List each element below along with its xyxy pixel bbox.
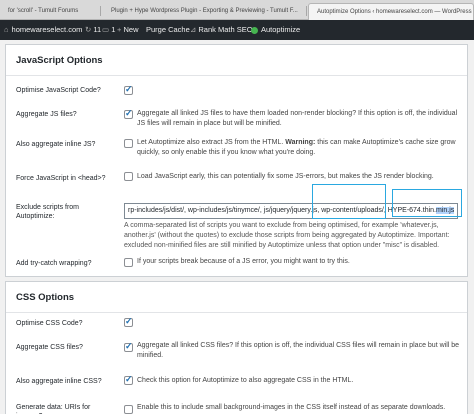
browser-tab-bar: for 'scroll' - Tumult Forums Plugin + Hy…	[0, 0, 474, 20]
try-catch-checkbox[interactable]	[124, 258, 133, 267]
optimise-css-label: Optimise CSS Code?	[16, 320, 83, 327]
admin-bar-autoptimize[interactable]: Autoptimize	[251, 20, 300, 40]
js-section-title: JavaScript Options	[16, 55, 103, 66]
warning-label: Warning:	[285, 139, 316, 146]
divider	[6, 312, 467, 313]
inline-css-checkbox[interactable]: ✓	[124, 374, 133, 385]
highlight-box	[392, 189, 462, 217]
exclude-scripts-label: Exclude scripts from Autoptimize:	[16, 204, 80, 220]
optimise-js-label: Optimise JavaScript Code?	[16, 87, 101, 94]
admin-bar-site-name[interactable]: ⌂ homewareselect.com	[4, 20, 82, 40]
inline-js-label: Also aggregate inline JS?	[16, 141, 96, 148]
rank-math-icon: ⊿	[190, 25, 197, 34]
browser-tab[interactable]: for 'scroll' - Tumult Forums	[0, 3, 98, 20]
css-options-panel: CSS Options Optimise CSS Code? ✓ Aggrega…	[5, 281, 468, 414]
tab-separator	[306, 6, 307, 16]
js-options-panel: JavaScript Options Optimise JavaScript C…	[5, 44, 468, 277]
inline-js-checkbox[interactable]	[124, 139, 133, 148]
updates-icon: ↻	[85, 25, 92, 34]
css-section-title: CSS Options	[16, 292, 75, 303]
data-uris-label: Generate data: URIs for images?	[16, 404, 91, 414]
plus-icon: +	[117, 25, 122, 34]
inline-css-label: Also aggregate inline CSS?	[16, 378, 102, 385]
browser-tab[interactable]: Plugin + Hype Wordpress Plugin - Exporti…	[103, 3, 303, 20]
admin-bar-rank-math[interactable]: ⊿ Rank Math SEO	[190, 20, 253, 40]
settings-content: JavaScript Options Optimise JavaScript C…	[0, 40, 474, 414]
try-catch-description: If your scripts break because of a JS er…	[137, 258, 350, 265]
aggregate-css-checkbox[interactable]: ✓	[124, 341, 133, 352]
admin-bar-new[interactable]: + New	[117, 20, 139, 40]
status-dot-icon	[251, 26, 258, 34]
admin-bar-comments[interactable]: ▭ 1	[102, 20, 115, 40]
divider	[6, 75, 467, 76]
admin-bar-purge-cache[interactable]: Purge Cache	[146, 20, 190, 40]
checkmark-icon: ✓	[125, 341, 133, 351]
inline-js-description: Let Autoptimize also extract JS from the…	[137, 139, 456, 156]
exclude-scripts-help: A comma-separated list of scripts you wa…	[124, 222, 450, 249]
wp-admin-bar: ⌂ homewareselect.com ↻ 11 ▭ 1 + New Purge…	[0, 20, 474, 40]
force-js-head-description: Load JavaScript early, this can potentia…	[137, 173, 434, 180]
data-uris-description: Enable this to include small background-…	[137, 404, 446, 411]
data-uris-checkbox[interactable]	[124, 405, 133, 414]
aggregate-css-description: Aggregate all linked CSS files? If this …	[137, 342, 460, 359]
inline-css-description: Check this option for Autoptimize to als…	[137, 377, 354, 384]
highlight-box	[312, 184, 386, 219]
comment-icon: ▭	[102, 25, 110, 34]
try-catch-label: Add try-catch wrapping?	[16, 260, 92, 267]
force-js-head-label: Force JavaScript in <head>?	[16, 175, 106, 182]
aggregate-js-label: Aggregate JS files?	[16, 111, 77, 118]
home-icon: ⌂	[4, 25, 9, 34]
aggregate-js-checkbox[interactable]: ✓	[124, 108, 133, 119]
optimise-css-checkbox[interactable]: ✓	[124, 316, 133, 327]
checkmark-icon: ✓	[125, 84, 133, 94]
tab-separator	[100, 6, 101, 16]
force-js-head-checkbox[interactable]	[124, 172, 133, 181]
aggregate-js-description: Aggregate all linked JS files to have th…	[137, 110, 458, 127]
checkmark-icon: ✓	[125, 108, 133, 118]
browser-tab-active[interactable]: Autoptimize Options ‹ homewareselect.com…	[308, 3, 474, 20]
checkmark-icon: ✓	[125, 374, 133, 384]
checkmark-icon: ✓	[125, 316, 133, 326]
optimise-js-checkbox[interactable]: ✓	[124, 84, 133, 95]
aggregate-css-label: Aggregate CSS files?	[16, 344, 83, 351]
admin-bar-updates[interactable]: ↻ 11	[85, 20, 101, 40]
